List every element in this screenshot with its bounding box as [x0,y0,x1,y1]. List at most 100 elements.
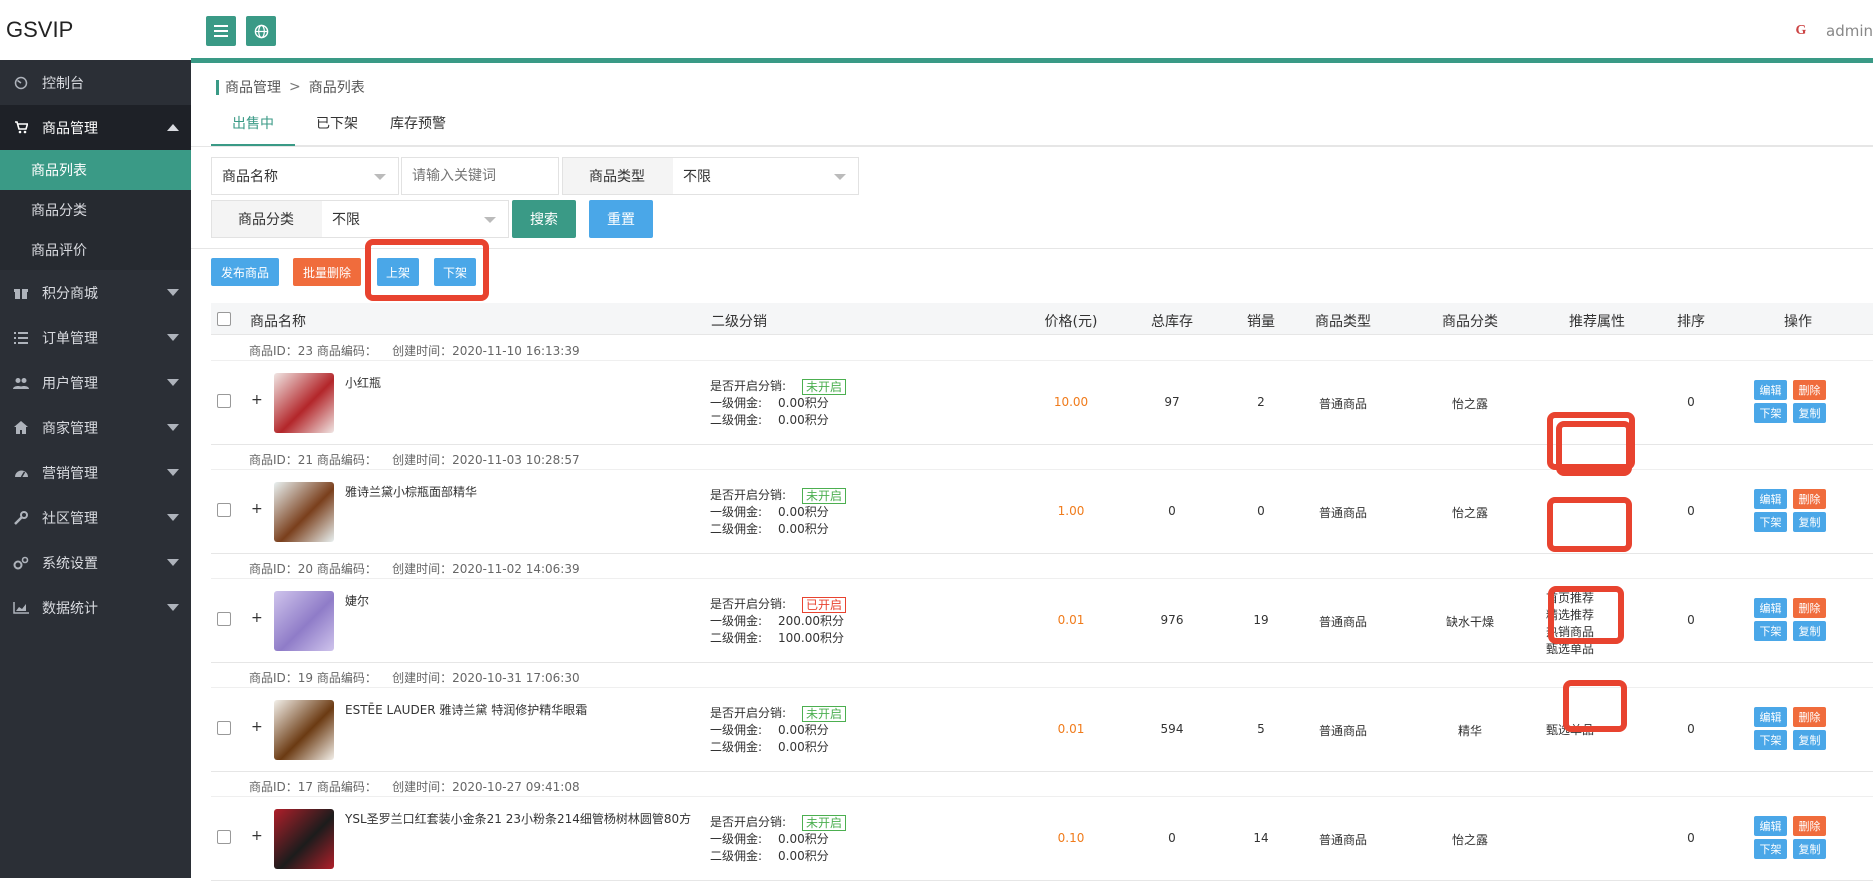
product-name[interactable]: ESTĒE LAUDER 雅诗兰黛 特润修护精华眼霜 [345,701,587,718]
sidebar-item-statistics[interactable]: 数据统计 [0,585,191,630]
tab-off-shelf[interactable]: 已下架 [307,103,367,146]
category-filter-label: 商品分类 [212,201,322,237]
copy-button[interactable]: 复制 [1793,839,1826,859]
product-name[interactable]: 雅诗兰黛小棕瓶面部精华 [345,483,477,500]
dist-level1-value: 0.00积分 [778,505,829,519]
edit-button[interactable]: 编辑 [1754,380,1787,400]
delete-button[interactable]: 删除 [1793,489,1826,509]
row-meta: 商品ID：23 商品编码： 创建时间：2020-11-10 16:13:39 [249,342,580,359]
row-checkbox[interactable] [217,830,231,844]
product-name[interactable]: 小红瓶 [345,374,381,391]
row-checkbox[interactable] [217,503,231,517]
sidebar-subitem-goods-category[interactable]: 商品分类 [0,190,191,230]
breadcrumb-parent[interactable]: 商品管理 [225,77,281,97]
row-checkbox[interactable] [217,721,231,735]
col-type: 商品类型 [1315,314,1371,330]
type-value: 普通商品 [1318,397,1367,411]
category-value: 怡之露 [1451,833,1488,847]
user-avatar: G [1795,23,1807,38]
copy-button[interactable]: 复制 [1793,730,1826,750]
category-value: 精华 [1457,724,1482,738]
search-button[interactable]: 搜索 [512,200,576,238]
sidebar-item-marketing[interactable]: 营销管理 [0,450,191,495]
delete-button[interactable]: 删除 [1793,707,1826,727]
sort-value: 0 [1687,831,1695,845]
off-shelf-row-button[interactable]: 下架 [1754,730,1787,750]
reset-button[interactable]: 重置 [589,200,653,238]
highlight-annotation [1556,421,1632,476]
off-shelf-row-button[interactable]: 下架 [1754,839,1787,859]
tab-on-sale[interactable]: 出售中 [211,103,295,146]
field-select-value[interactable]: 商品名称 [212,158,398,194]
table-row: 商品ID：17 商品编码： 创建时间：2020-10-27 09:41:08 + Y… [211,772,1873,881]
row-checkbox[interactable] [217,612,231,626]
product-name[interactable]: YSL圣罗兰口红套装小金条21 23小粉条214细管杨树林圆管80方 [345,810,691,827]
row-checkbox[interactable] [217,394,231,408]
sidebar-item-orders[interactable]: 订单管理 [0,315,191,360]
col-price: 价格(元) [1044,314,1098,330]
publish-button[interactable]: 发布商品 [211,258,279,286]
product-thumbnail[interactable] [274,700,334,760]
row-meta-time: 创建时间：2020-11-10 16:13:39 [392,344,580,358]
category-select[interactable]: 不限 [322,201,508,237]
sales-value: 0 [1257,504,1265,518]
price-value: 0.10 [1057,831,1085,845]
off-shelf-row-button[interactable]: 下架 [1754,621,1787,641]
sidebar-item-settings[interactable]: 系统设置 [0,540,191,585]
field-select[interactable]: 商品名称 [211,157,399,195]
username: admin [1826,22,1873,40]
expand-toggle[interactable]: + [251,828,263,844]
users-icon [12,374,30,392]
sidebar-item-points-mall[interactable]: 积分商城 [0,270,191,315]
product-thumbnail[interactable] [274,373,334,433]
expand-toggle[interactable]: + [251,610,263,626]
tabs-divider [191,146,1873,147]
highlight-annotation [1547,497,1632,552]
wrench-icon [12,509,30,527]
expand-toggle[interactable]: + [251,392,263,408]
sidebar-item-users[interactable]: 用户管理 [0,360,191,405]
row-meta-divider [211,578,1873,579]
sidebar-item-goods[interactable]: 商品管理 [0,105,191,150]
price-value: 1.00 [1057,504,1085,518]
sort-value: 0 [1687,395,1695,409]
user-menu[interactable]: G admin [1784,18,1873,44]
product-thumbnail[interactable] [274,591,334,651]
copy-button[interactable]: 复制 [1793,403,1826,423]
expand-toggle[interactable]: + [251,501,263,517]
sidebar-subitem-goods-review[interactable]: 商品评价 [0,230,191,270]
sidebar-item-merchants[interactable]: 商家管理 [0,405,191,450]
delete-button[interactable]: 删除 [1793,816,1826,836]
batch-delete-button[interactable]: 批量删除 [293,258,361,286]
select-all-checkbox[interactable] [217,312,231,326]
product-thumbnail[interactable] [274,809,334,869]
edit-button[interactable]: 编辑 [1754,707,1787,727]
sidebar-item-community[interactable]: 社区管理 [0,495,191,540]
off-shelf-row-button[interactable]: 下架 [1754,512,1787,532]
edit-button[interactable]: 编辑 [1754,489,1787,509]
type-select[interactable]: 不限 [673,158,858,194]
copy-button[interactable]: 复制 [1793,621,1826,641]
copy-button[interactable]: 复制 [1793,512,1826,532]
keyword-input-field[interactable] [402,161,552,191]
delete-button[interactable]: 删除 [1793,598,1826,618]
keyword-input[interactable] [401,157,559,195]
dist-level1-value: 0.00积分 [778,396,829,410]
type-value: 普通商品 [1318,833,1367,847]
edit-button[interactable]: 编辑 [1754,816,1787,836]
off-shelf-row-button[interactable]: 下架 [1754,403,1787,423]
globe-button[interactable] [246,16,276,46]
delete-button[interactable]: 删除 [1793,380,1826,400]
sidebar-item-dashboard[interactable]: 控制台 [0,60,191,105]
stock-value: 0 [1168,504,1176,518]
edit-button[interactable]: 编辑 [1754,598,1787,618]
price-value: 0.01 [1057,613,1085,627]
chevron-down-icon [167,469,179,476]
product-thumbnail[interactable] [274,482,334,542]
expand-toggle[interactable]: + [251,719,263,735]
row-meta-time: 创建时间：2020-11-02 14:06:39 [392,562,580,576]
product-name[interactable]: 婕尔 [345,592,369,609]
tab-stock-alert[interactable]: 库存预警 [383,103,453,146]
sidebar-subitem-goods-list[interactable]: 商品列表 [0,150,191,190]
menu-toggle-button[interactable] [206,16,236,46]
